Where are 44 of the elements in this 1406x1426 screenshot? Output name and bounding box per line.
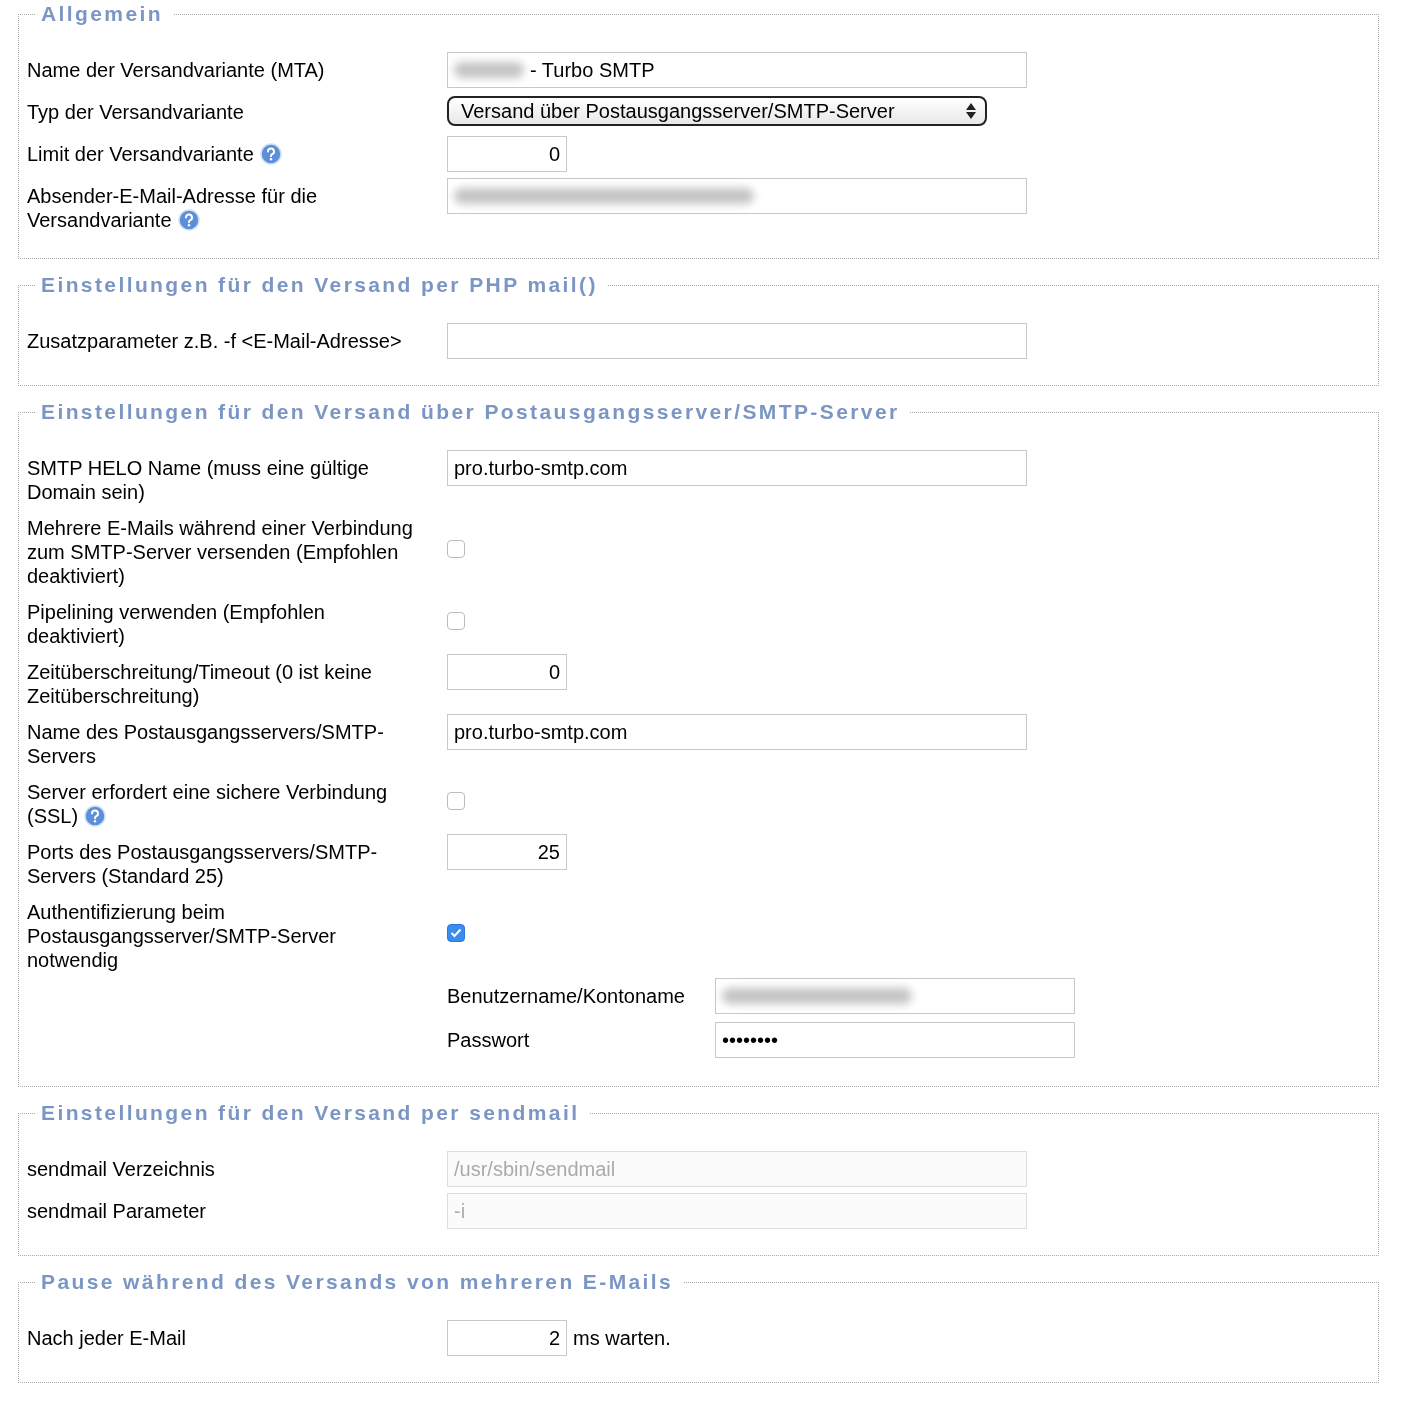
field-label: Typ der Versandvariante xyxy=(27,100,245,124)
checkbox[interactable] xyxy=(447,540,465,558)
field-label: Pipelining verwenden (Empfohlen deaktiviert) xyxy=(27,600,326,648)
updown-arrows-icon xyxy=(965,101,977,121)
field-label: Zeitüberschreitung/Timeout (0 ist keine Zeitüberschreitung) xyxy=(27,660,373,708)
input-field[interactable] xyxy=(447,178,1027,214)
section-title: Einstellungen für den Versand per PHP mail() xyxy=(40,273,599,297)
field-label: Limit der Versandvariante xyxy=(27,136,427,166)
field-label: Absender-E-Mail-Adresse für die Versandvariante xyxy=(27,184,319,232)
section-title: Allgemein xyxy=(40,2,164,26)
field-label: Passwort xyxy=(447,1028,531,1052)
number-field[interactable]: 25 xyxy=(447,834,567,870)
field-label: sendmail Parameter xyxy=(27,1199,207,1223)
field-label: Zusatzparameter z.B. -f <E-Mail-Adresse> xyxy=(27,329,403,353)
field-label: Authentifizierung beim Postausgangsserver/SMTP-Server notwendig xyxy=(27,900,337,972)
section-title: Einstellungen für den Versand über Postausgangsserver/SMTP-Server xyxy=(40,400,901,424)
unit-label: ms warten. xyxy=(573,1326,671,1350)
help-icon[interactable] xyxy=(84,805,107,827)
help-icon[interactable] xyxy=(177,209,200,231)
checkbox[interactable] xyxy=(447,612,465,630)
field-label: Name des Postausgangsservers/SMTP-Servers xyxy=(27,720,385,768)
number-field[interactable]: 2 xyxy=(447,1320,567,1356)
number-field[interactable]: 0 xyxy=(447,136,567,172)
input-field[interactable]: pro.turbo-smtp.com xyxy=(447,714,1027,750)
type-dropdown[interactable]: Versand über Postausgangsserver/SMTP-Server xyxy=(447,96,987,126)
checkbox[interactable] xyxy=(447,924,465,942)
field-label: Server erfordert eine sichere Verbindung (SSL) xyxy=(27,780,389,828)
field-label: Benutzername/Kontoname xyxy=(447,984,686,1008)
input-field[interactable] xyxy=(715,978,1075,1014)
section-title: Einstellungen für den Versand per sendmail xyxy=(40,1101,581,1125)
field-label: sendmail Verzeichnis xyxy=(27,1157,216,1181)
input-field[interactable] xyxy=(447,323,1027,359)
field-label: SMTP HELO Name (muss eine gültige Domain sein) xyxy=(27,456,370,504)
field-label: Mehrere E-Mails während einer Verbindung zum SMTP-Server versenden (Empfohlen deaktiviert) xyxy=(27,516,414,588)
section-title: Pause während des Versands von mehreren E-Mails xyxy=(40,1270,675,1294)
checkbox[interactable] xyxy=(447,792,465,810)
input-field[interactable]: pro.turbo-smtp.com xyxy=(447,450,1027,486)
help-icon[interactable] xyxy=(259,143,282,165)
field-label: Name der Versandvariante (MTA) xyxy=(27,58,326,82)
number-field[interactable]: 0 xyxy=(447,654,567,690)
field-label: Ports des Postausgangsservers/SMTP-Servers (Standard 25) xyxy=(27,840,379,888)
input-field[interactable]: - Turbo SMTP xyxy=(447,52,1027,88)
field-label: Nach jeder E-Mail xyxy=(27,1326,187,1350)
input-field[interactable]: •••••••• xyxy=(715,1022,1075,1058)
